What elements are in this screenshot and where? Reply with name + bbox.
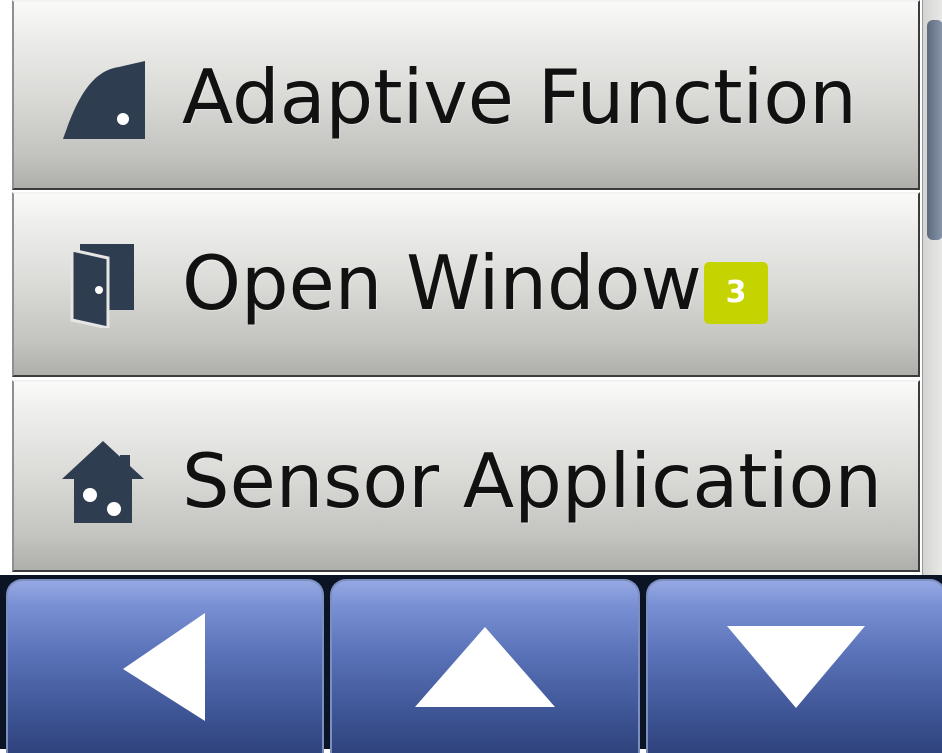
- scroll-up-button[interactable]: [330, 579, 640, 753]
- menu-item-adaptive-function[interactable]: Adaptive Function: [12, 0, 920, 190]
- arrow-up-icon: [415, 627, 555, 707]
- back-button[interactable]: [6, 579, 324, 753]
- scrollbar-thumb[interactable]: [927, 20, 942, 240]
- menu-item-label: Sensor Application: [182, 437, 882, 525]
- menu-item-sensor-application[interactable]: Sensor Application: [12, 380, 920, 572]
- menu-item-label: Open Window: [182, 239, 702, 327]
- scroll-down-button[interactable]: [646, 579, 942, 753]
- arrow-left-icon: [123, 613, 207, 721]
- arrow-down-icon: [727, 626, 865, 708]
- scrollbar[interactable]: [922, 0, 942, 575]
- settings-menu: Adaptive Function Open Window 3 Sensor A…: [12, 0, 924, 575]
- house-sensor-icon: [60, 438, 146, 524]
- count-badge: 3: [704, 262, 768, 324]
- bottom-navigation: [0, 575, 942, 753]
- menu-item-label: Adaptive Function: [182, 53, 857, 141]
- menu-item-open-window[interactable]: Open Window 3: [12, 192, 920, 377]
- open-window-door-icon: [60, 242, 146, 328]
- adaptive-curve-icon: [60, 57, 146, 143]
